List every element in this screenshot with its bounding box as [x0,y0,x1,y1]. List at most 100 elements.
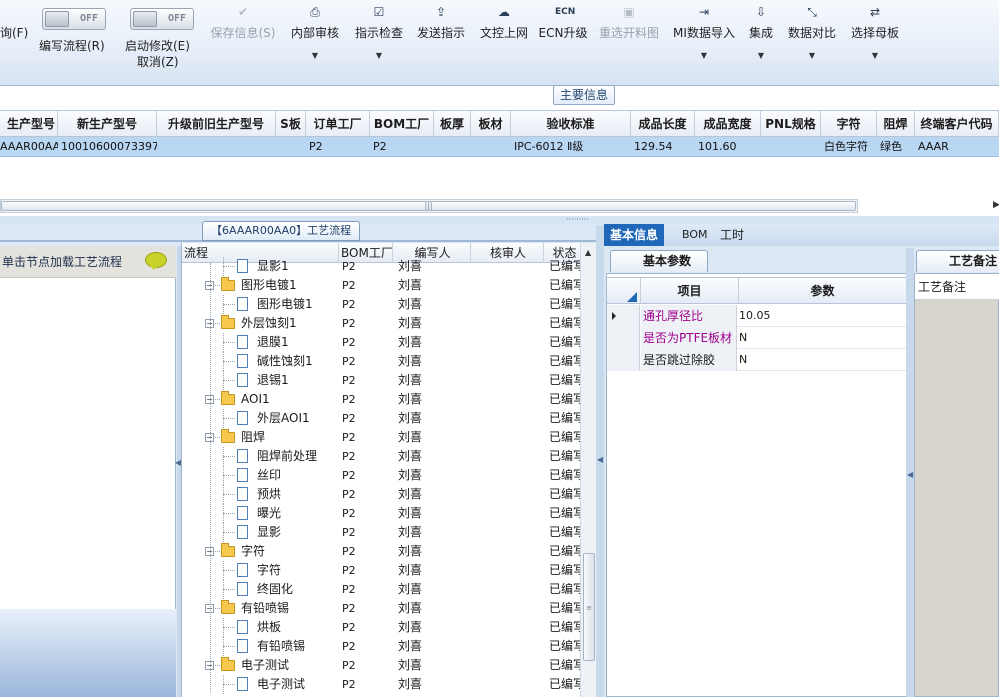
tree-row[interactable]: 图形电镀1 P2 刘喜 已编写 [182,295,582,314]
tree-row[interactable]: 外层AOI1 P2 刘喜 已编写 [182,409,582,428]
tab-craft-notes[interactable]: 工艺备注 [916,250,999,272]
author-cell: 刘喜 [398,620,423,634]
param-row[interactable]: 是否跳过除胶 N [607,349,906,371]
column-header[interactable]: 生产型号 [0,111,58,138]
integrate-button[interactable]: ⇩ 集成 ▼ [744,0,778,80]
tree-row[interactable]: 阻焊前处理 P2 刘喜 已编写 [182,447,582,466]
tab-bom[interactable]: BOM [676,224,714,246]
tree-row[interactable]: 曝光 P2 刘喜 已编写 [182,504,582,523]
reviewer-cell [474,637,542,656]
column-header[interactable]: 升级前旧生产型号 [157,111,276,138]
vertical-scrollbar[interactable]: ▲ ≡ [580,243,597,697]
param-row[interactable]: 通孔厚径比 10.05 [607,305,906,327]
scroll-right-icon[interactable]: ▶ [993,200,999,210]
left-panel: 单击节点加载工艺流程 [0,246,176,697]
column-header[interactable]: 订单工厂 [306,111,370,138]
tree-row[interactable]: 终固化 P2 刘喜 已编写 [182,580,582,599]
mi-data-import-button[interactable]: ⇥ MI数据导入 ▼ [671,0,737,80]
column-header[interactable]: BOM工厂 [370,111,434,138]
edit-flow-toggle[interactable]: OFF [42,8,106,30]
column-header[interactable]: 板厚 [434,111,471,138]
horizontal-scrollbar[interactable]: ||| [0,199,858,213]
tab-basic-info[interactable]: 基本信息 [604,224,665,246]
bom-factory-cell: P2 [342,279,356,292]
folder-icon [221,277,235,291]
status-cell: 已编写 [549,620,580,634]
tree-row[interactable]: 显影 P2 刘喜 已编写 [182,523,582,542]
doc-control-online-button[interactable]: ☁ 文控上网 [476,0,532,80]
query-button[interactable]: 询(F) [0,24,28,41]
tab-basic-params[interactable]: 基本参数 [610,250,708,272]
bom-factory-cell: P2 [342,602,356,615]
vertical-splitter[interactable]: ◀ [596,225,604,697]
chevron-down-icon: ▼ [311,51,319,60]
reviewer-cell [474,656,542,675]
tree-node-label: 退锡1 [257,373,289,387]
tree-row[interactable]: − 有铅喷锡 P2 刘喜 已编写 [182,599,582,618]
scrollbar-thumb[interactable]: ||| [1,201,856,211]
start-modify-toggle[interactable]: OFF [130,8,194,30]
tree-row[interactable]: − AOI1 P2 刘喜 已编写 [182,390,582,409]
send-instruction-button[interactable]: ⇪ 发送指示 [413,0,469,80]
edit-flow-label[interactable]: 编写流程(R) [39,37,105,54]
tree-row[interactable]: 烘板 P2 刘喜 已编写 [182,618,582,637]
internal-review-button[interactable]: ⎙ 内部审核 ▼ [287,0,343,80]
select-mother-board-button[interactable]: ⇄ 选择母板 ▼ [848,0,902,80]
row-selector[interactable] [607,327,640,349]
column-header[interactable]: 成品宽度 [695,111,761,138]
tree-row[interactable]: 丝印 P2 刘喜 已编写 [182,466,582,485]
tree-row[interactable]: 退锡1 P2 刘喜 已编写 [182,371,582,390]
tree-row[interactable]: − 电子测试 P2 刘喜 已编写 [182,656,582,675]
cancel-button[interactable]: 取消(Z) [137,53,179,70]
start-modify-label[interactable]: 启动修改(E) [125,37,190,54]
flow-tab[interactable]: 【6AAAR00AA0】工艺流程 [202,221,361,241]
column-header[interactable]: PNL规格 [761,111,821,138]
param-value[interactable]: N [738,349,906,371]
column-header[interactable]: 终端客户代码 [915,111,999,138]
column-header[interactable]: 成品长度 [631,111,695,138]
scroll-up-icon[interactable]: ▲ [585,248,591,257]
tree-row[interactable]: − 阻焊 P2 刘喜 已编写 [182,428,582,447]
author-cell: 刘喜 [398,449,423,463]
tab-work-hours[interactable]: 工时 [714,224,750,246]
reselect-cutting-diagram-button[interactable]: ▣ 重选开料图 [596,0,662,80]
tree-row[interactable]: − 图形电镀1 P2 刘喜 已编写 [182,276,582,295]
tree-row[interactable]: 碱性蚀刻1 P2 刘喜 已编写 [182,352,582,371]
corner-icon [627,292,637,302]
tree-row[interactable]: 预烘 P2 刘喜 已编写 [182,485,582,504]
tree-node-label: 终固化 [257,582,294,596]
row-selector[interactable] [607,349,640,371]
author-cell: 刘喜 [398,392,423,406]
save-info-button[interactable]: ✔ 保存信息(S) [208,0,278,80]
author-cell: 刘喜 [398,335,423,349]
ecn-upgrade-button[interactable]: ECN ECN升级 [538,0,588,80]
param-row[interactable]: 是否为PTFE板材 N [607,327,906,349]
table-cell: P2 [309,140,323,153]
column-header[interactable]: 阻焊 [877,111,915,138]
tab-label: 基本参数 [643,254,692,268]
column-header[interactable]: 字符 [821,111,877,138]
column-header[interactable]: S板 [276,111,306,138]
param-value[interactable]: 10.05 [738,305,906,327]
tree-row[interactable]: − 外层蚀刻1 P2 刘喜 已编写 [182,314,582,333]
scrollbar-thumb[interactable]: ≡ [583,553,595,661]
data-compare-button[interactable]: ⤡ 数据对比 ▼ [785,0,839,80]
tree-row[interactable]: 字符 P2 刘喜 已编写 [182,561,582,580]
tree-row[interactable]: 有铅喷锡 P2 刘喜 已编写 [182,637,582,656]
column-header[interactable]: 板材 [471,111,511,138]
column-header[interactable]: 验收标准 [511,111,631,138]
instruction-check-button[interactable]: ☑ 指示检查 ▼ [351,0,407,80]
reviewer-cell [474,618,542,637]
tree-row[interactable]: 电子测试 P2 刘喜 已编写 [182,675,582,694]
row-selector[interactable] [607,305,640,327]
column-header[interactable]: 新生产型号 [58,111,157,138]
tree-row[interactable]: 显影1 P2 刘喜 已编写 [182,257,582,276]
param-value[interactable]: N [738,327,906,349]
tree-row[interactable]: − 字符 P2 刘喜 已编写 [182,542,582,561]
bom-factory-cell: P2 [342,374,356,387]
tree-row[interactable]: 退膜1 P2 刘喜 已编写 [182,333,582,352]
horizontal-splitter[interactable]: ········· [0,215,999,224]
params-grid: 项目 参数 通孔厚径比 10.05 是否为PTFE板材 N 是否跳过除胶 N [606,273,907,697]
vertical-splitter[interactable]: ◀ [906,248,914,697]
table-row[interactable]: AAAR00AA010010600073397 P2 P2 IPC-6012 Ⅱ级 12… [0,137,999,157]
